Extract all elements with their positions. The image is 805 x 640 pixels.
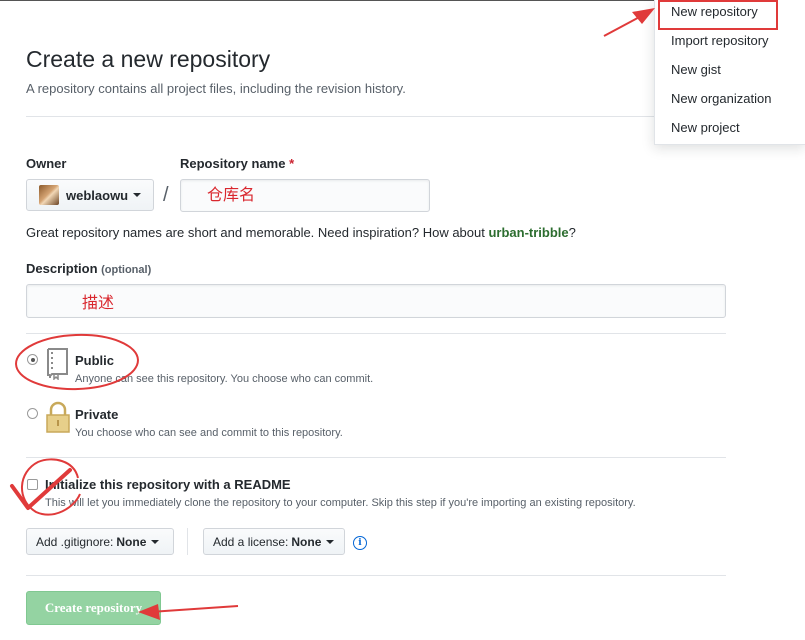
menu-item-new-gist[interactable]: New gist xyxy=(671,62,721,77)
hint-text: Great repository names are short and mem… xyxy=(26,225,489,240)
name-suggestion-link[interactable]: urban-tribble xyxy=(488,225,568,240)
menu-item-import-repository[interactable]: Import repository xyxy=(671,33,769,48)
gitignore-dropdown[interactable]: Add .gitignore: None xyxy=(26,528,174,555)
private-desc: You choose who can see and commit to thi… xyxy=(75,427,343,439)
public-desc: Anyone can see this repository. You choo… xyxy=(75,373,374,385)
description-label-text: Description xyxy=(26,261,98,276)
menu-item-new-organization[interactable]: New organization xyxy=(671,91,771,106)
description-input[interactable] xyxy=(26,284,726,318)
init-readme-title: Initialize this repository with a README xyxy=(45,477,291,492)
owner-name: weblaowu xyxy=(66,187,129,203)
repo-name-annotation: 仓库名 xyxy=(207,187,256,204)
divider xyxy=(26,575,726,576)
menu-item-new-project[interactable]: New project xyxy=(671,120,740,135)
license-value: None xyxy=(291,534,322,549)
hint-suffix: ? xyxy=(568,225,576,240)
avatar xyxy=(39,185,59,205)
create-repository-button[interactable]: Create repository xyxy=(26,591,161,625)
description-annotation: 描述 xyxy=(82,295,115,312)
repo-book-icon xyxy=(47,348,68,380)
public-title: Public xyxy=(75,353,115,368)
divider xyxy=(26,457,726,458)
license-label: Add a license: xyxy=(213,534,289,549)
owner-dropdown[interactable]: weblaowu xyxy=(26,179,154,211)
vertical-separator xyxy=(187,528,188,555)
private-radio[interactable] xyxy=(27,408,38,419)
public-radio[interactable] xyxy=(27,354,38,365)
divider xyxy=(26,116,726,117)
repo-name-hint: Great repository names are short and mem… xyxy=(26,225,576,240)
arrow-head xyxy=(632,8,655,24)
owner-label: Owner xyxy=(26,156,67,171)
page-subtitle: A repository contains all project files,… xyxy=(26,81,406,96)
private-title: Private xyxy=(75,407,119,422)
lock-icon xyxy=(46,401,70,433)
gitignore-value: None xyxy=(116,534,147,549)
owner-repo-separator: / xyxy=(163,184,169,206)
page-title: Create a new repository xyxy=(26,46,271,72)
info-icon[interactable]: i xyxy=(353,536,367,550)
caret-down-icon xyxy=(151,539,160,544)
caret-down-icon xyxy=(133,193,142,197)
arrow-annotation xyxy=(603,13,646,37)
required-mark: * xyxy=(289,156,295,171)
arrow-annotation xyxy=(149,605,239,613)
init-readme-desc: This will let you immediately clone the … xyxy=(45,497,636,509)
license-dropdown[interactable]: Add a license: None xyxy=(203,528,345,555)
gitignore-label: Add .gitignore: xyxy=(36,534,114,549)
repo-name-label: Repository name * xyxy=(180,156,294,171)
description-label: Description (optional) xyxy=(26,261,151,276)
optional-hint: (optional) xyxy=(101,264,152,276)
divider xyxy=(26,333,726,334)
init-readme-checkbox[interactable] xyxy=(27,479,38,490)
repo-name-label-text: Repository name xyxy=(180,156,286,171)
caret-down-icon xyxy=(326,539,335,544)
highlight-box xyxy=(658,0,778,30)
